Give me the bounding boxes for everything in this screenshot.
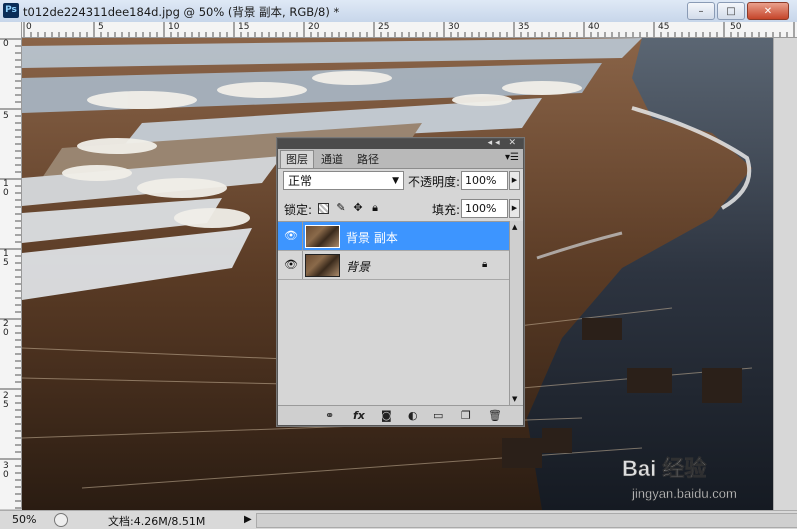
watermark-url: jingyan.baidu.com bbox=[631, 486, 737, 501]
window-controls: – □ ✕ bbox=[687, 2, 789, 20]
tab-channels[interactable]: 通道 bbox=[316, 151, 348, 168]
eye-icon[interactable]: 👁︎ bbox=[282, 229, 300, 243]
ruler-label: 35 bbox=[518, 22, 530, 32]
panel-footer: ⚭ fx ◙ ◐ ▭ ❐ 🗑︎ bbox=[278, 405, 523, 425]
ruler-label: 15 bbox=[238, 22, 250, 32]
ruler-label: 40 bbox=[588, 22, 600, 32]
minimize-button[interactable]: – bbox=[687, 2, 715, 20]
ruler-label: 2 5 bbox=[3, 391, 9, 410]
lock-all-icon[interactable]: 🔒︎ bbox=[369, 202, 381, 214]
ruler-label: 20 bbox=[308, 22, 320, 32]
group-icon[interactable]: ▭ bbox=[433, 409, 443, 422]
ruler-label: 1 0 bbox=[3, 179, 9, 198]
ruler-label: 25 bbox=[378, 22, 390, 32]
layer-row-background-copy[interactable]: 👁︎ 背景 副本 bbox=[278, 222, 509, 251]
watermark-brand: Bai 经验 bbox=[622, 456, 706, 481]
scroll-down-icon[interactable]: ▼ bbox=[512, 395, 517, 403]
ruler-label: 2 0 bbox=[3, 319, 9, 338]
scroll-up-icon[interactable]: ▲ bbox=[512, 223, 517, 231]
status-menu-arrow-icon[interactable]: ▶ bbox=[244, 514, 252, 525]
mask-icon[interactable]: ◙ bbox=[381, 409, 392, 422]
horizontal-ruler[interactable]: 0 5 10 15 20 25 30 35 40 45 50 bbox=[22, 22, 797, 38]
tab-paths[interactable]: 路径 bbox=[352, 151, 384, 168]
ruler-label: 5 bbox=[98, 22, 104, 32]
canvas-vertical-scrollbar[interactable] bbox=[773, 38, 797, 510]
trash-icon[interactable]: 🗑︎ bbox=[488, 409, 502, 422]
layers-panel: ◂◂ ✕ 图层 通道 路径 ▾☰ 正常 ▼ 不透明度: 100% ▶ 锁定: ✎… bbox=[277, 138, 524, 426]
ruler-label: 0 bbox=[26, 22, 32, 32]
layer-name[interactable]: 背景 bbox=[346, 258, 370, 275]
ruler-label: 30 bbox=[448, 22, 460, 32]
panel-menu-icon[interactable]: ▾☰ bbox=[505, 152, 519, 163]
horizontal-ruler-ticks bbox=[23, 22, 795, 37]
window-title: t012de224311dee184d.jpg @ 50% (背景 副本, RG… bbox=[23, 5, 340, 19]
layer-name[interactable]: 背景 副本 bbox=[346, 229, 398, 246]
opacity-slider-button[interactable]: ▶ bbox=[509, 171, 520, 190]
layer-thumbnail[interactable] bbox=[305, 225, 340, 248]
lock-transparent-icon[interactable] bbox=[318, 203, 329, 214]
maximize-button[interactable]: □ bbox=[717, 2, 745, 20]
layers-scrollbar[interactable]: ▲ ▼ bbox=[509, 221, 523, 405]
document-info: 文档:4.26M/8.51M bbox=[108, 515, 206, 528]
fx-icon[interactable]: fx bbox=[353, 409, 365, 422]
vertical-ruler[interactable]: 0 5 1 0 1 5 2 0 2 5 3 0 bbox=[0, 37, 22, 509]
adjustment-icon[interactable]: ◐ bbox=[408, 409, 418, 422]
panel-tabs: 图层 通道 路径 ▾☰ bbox=[278, 149, 523, 169]
close-button[interactable]: ✕ bbox=[747, 2, 789, 20]
panel-collapse-close-icon[interactable]: ◂◂ ✕ bbox=[488, 138, 519, 148]
ruler-label: 3 0 bbox=[3, 461, 9, 480]
lock-icon: 🔒︎ bbox=[482, 259, 488, 270]
ruler-label: 10 bbox=[168, 22, 180, 32]
fill-field[interactable]: 100% bbox=[461, 199, 508, 218]
photoshop-logo-icon: Ps bbox=[3, 3, 19, 18]
status-info-icon[interactable] bbox=[54, 513, 68, 527]
ruler-label: 50 bbox=[730, 22, 742, 32]
blend-opacity-row: 正常 ▼ 不透明度: 100% ▶ bbox=[282, 171, 520, 193]
panel-header-bar[interactable]: ◂◂ ✕ bbox=[278, 138, 523, 149]
layer-thumbnail[interactable] bbox=[305, 254, 340, 277]
ruler-origin[interactable] bbox=[0, 22, 22, 38]
title-bar: Ps t012de224311dee184d.jpg @ 50% (背景 副本,… bbox=[0, 0, 797, 23]
new-layer-icon[interactable]: ❐ bbox=[461, 409, 471, 422]
opacity-label: 不透明度: bbox=[408, 175, 461, 189]
layer-list: 👁︎ 背景 副本 👁︎ 背景 🔒︎ bbox=[278, 221, 509, 406]
divider bbox=[302, 251, 303, 279]
opacity-field[interactable]: 100% bbox=[461, 171, 508, 190]
status-bar: 50% 文档:4.26M/8.51M ▶ bbox=[0, 510, 797, 529]
eye-icon[interactable]: 👁︎ bbox=[282, 258, 300, 272]
lock-fill-row: 锁定: ✎ ✥ 🔒︎ 填充: 100% ▶ bbox=[282, 198, 520, 220]
lock-paint-icon[interactable]: ✎ bbox=[335, 202, 347, 214]
ruler-label: 1 5 bbox=[3, 249, 9, 268]
ruler-label: 0 bbox=[3, 39, 9, 49]
fill-label: 填充: bbox=[432, 203, 461, 217]
link-layers-icon[interactable]: ⚭ bbox=[325, 409, 334, 422]
lock-move-icon[interactable]: ✥ bbox=[352, 202, 364, 214]
tab-layers[interactable]: 图层 bbox=[280, 150, 314, 168]
canvas-horizontal-scrollbar[interactable] bbox=[256, 513, 797, 528]
chevron-down-icon: ▼ bbox=[392, 176, 399, 186]
blend-mode-select[interactable]: 正常 ▼ bbox=[283, 171, 404, 190]
zoom-level[interactable]: 50% bbox=[12, 513, 36, 526]
divider bbox=[302, 222, 303, 250]
ruler-label: 5 bbox=[3, 111, 9, 121]
layer-row-background[interactable]: 👁︎ 背景 🔒︎ bbox=[278, 251, 509, 280]
lock-label: 锁定: bbox=[284, 203, 313, 217]
ruler-label: 45 bbox=[658, 22, 670, 32]
blend-mode-value: 正常 bbox=[288, 174, 313, 188]
fill-slider-button[interactable]: ▶ bbox=[509, 199, 520, 218]
vertical-ruler-ticks bbox=[0, 38, 21, 509]
